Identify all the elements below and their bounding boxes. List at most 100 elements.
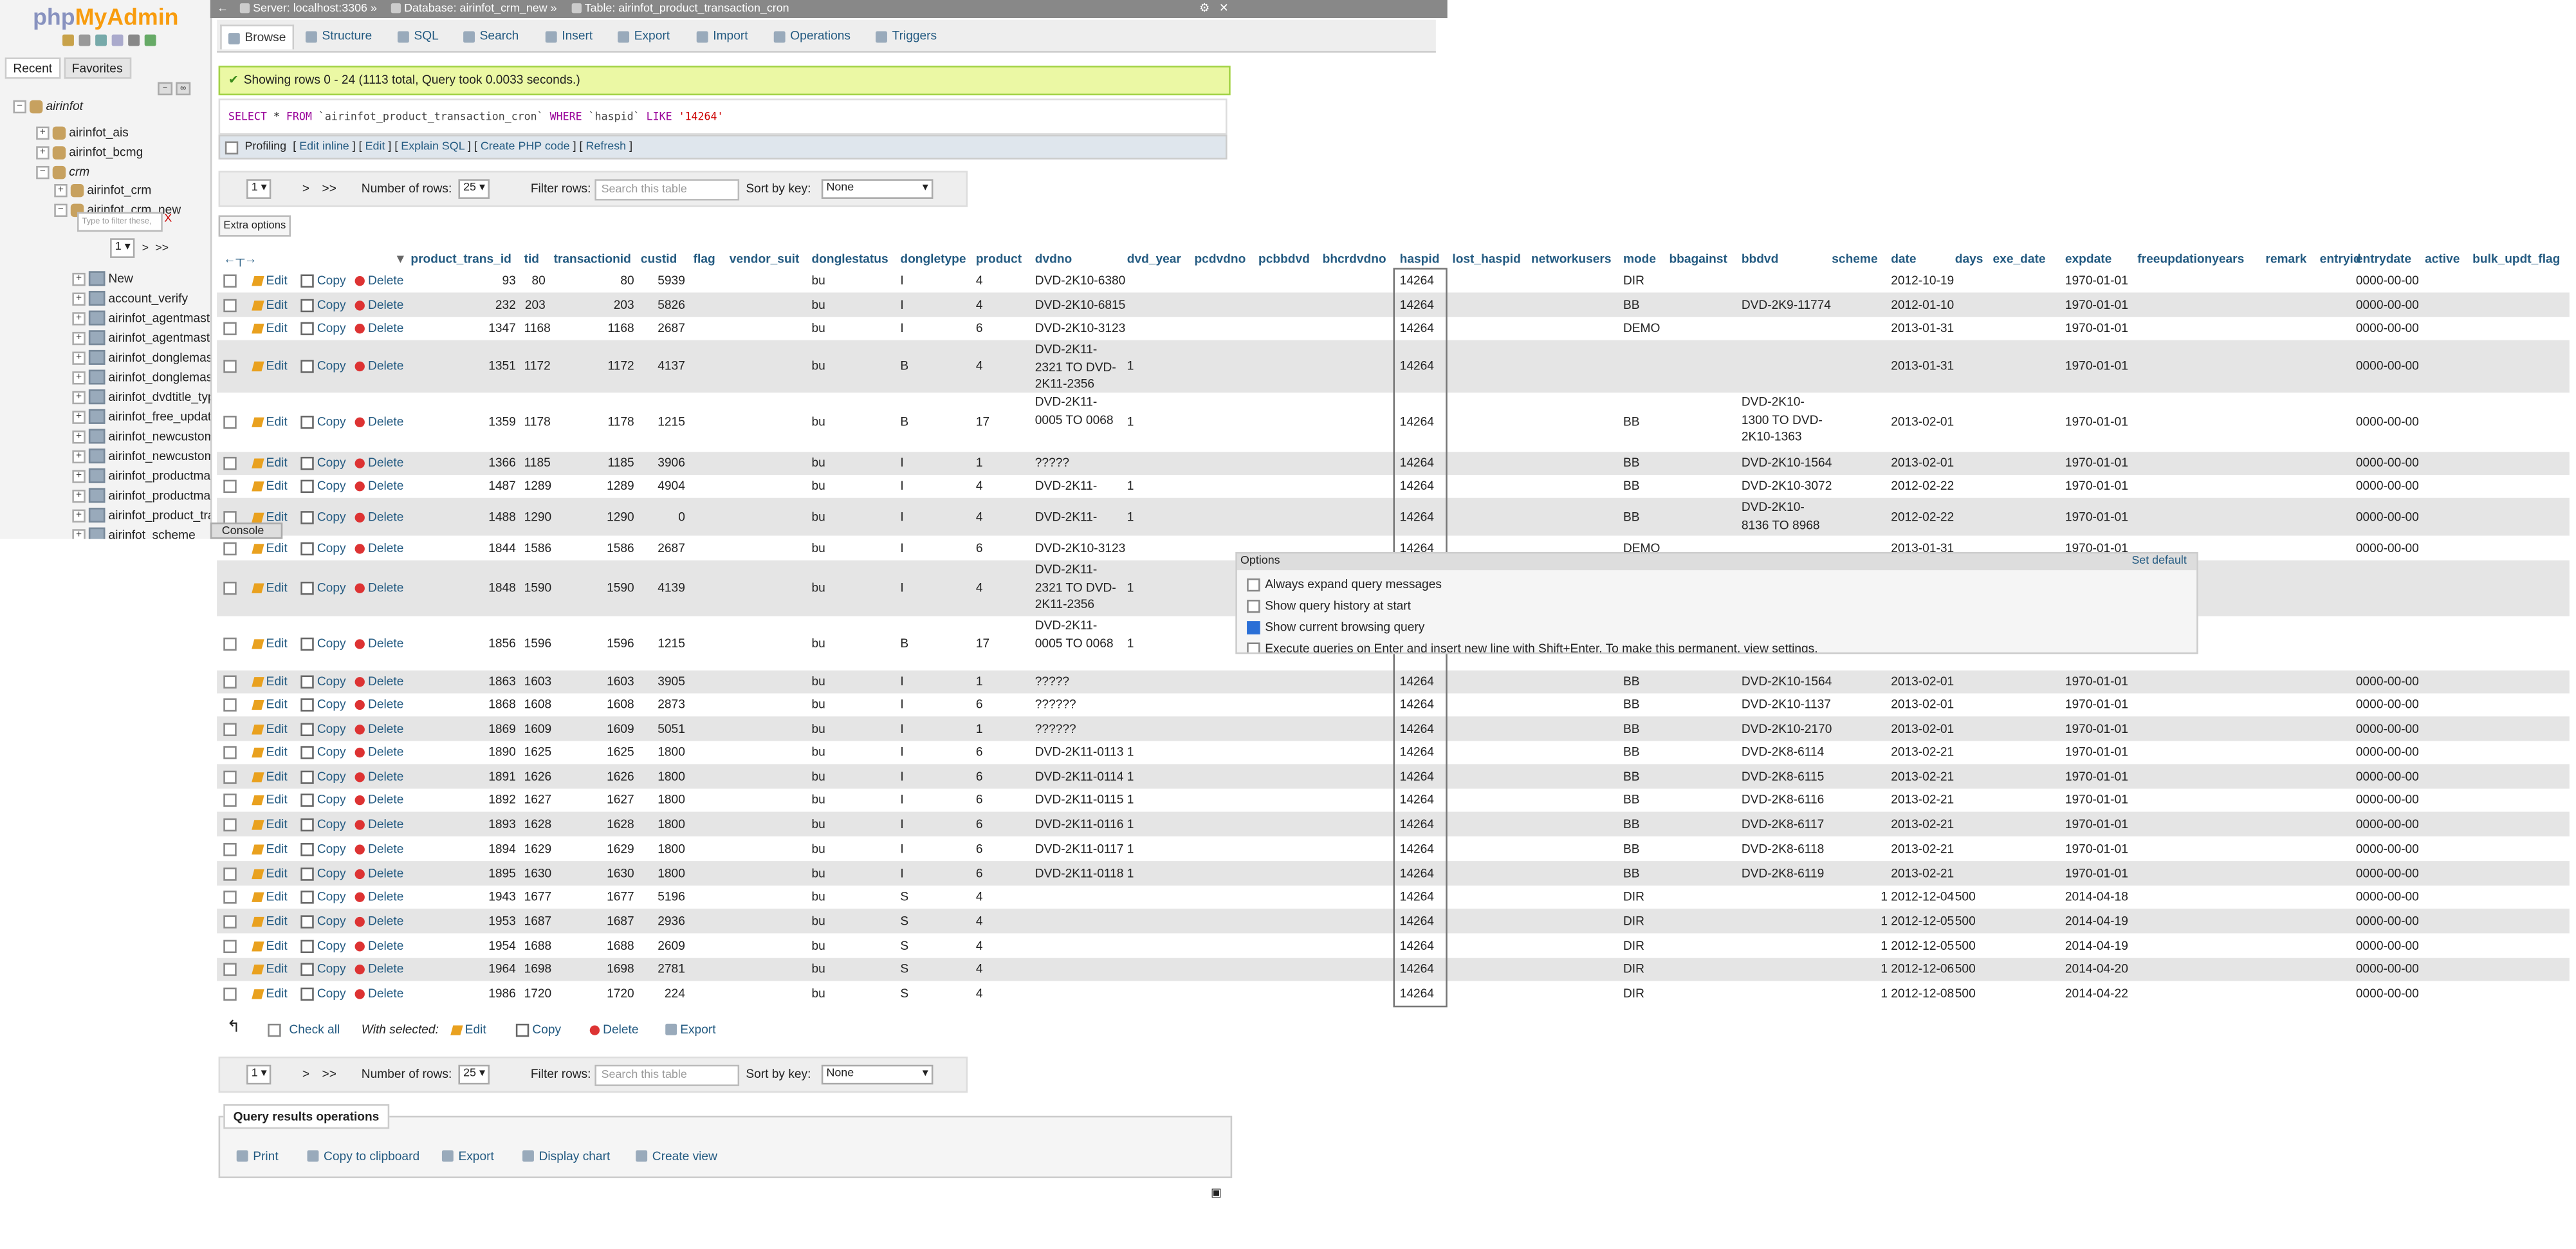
column-header-remark[interactable]: remark <box>2265 252 2306 266</box>
nav-next-button[interactable]: > <box>142 243 149 254</box>
row-delete-button[interactable]: Delete <box>354 478 403 495</box>
create-view-button[interactable]: Create view <box>636 1149 717 1163</box>
row-checkbox[interactable] <box>223 914 237 928</box>
column-header-exe-date[interactable]: exe_date <box>1993 252 2046 266</box>
extra-options-button[interactable]: Extra options <box>218 215 291 237</box>
column-resize-arrows-icon[interactable]: ←┬→ <box>223 252 257 266</box>
column-header-days[interactable]: days <box>1955 252 1983 266</box>
column-header-product[interactable]: product <box>976 252 1022 266</box>
link-with-main-icon[interactable]: ∞ <box>176 82 191 96</box>
tree-item[interactable]: + airinfot_ais <box>36 125 129 140</box>
column-header-date[interactable]: date <box>1891 252 1916 266</box>
row-delete-button[interactable]: Delete <box>354 580 403 597</box>
row-delete-button[interactable]: Delete <box>354 297 403 313</box>
tree-item[interactable]: + airinfot_scheme <box>72 527 196 539</box>
row-checkbox[interactable] <box>223 770 237 783</box>
collapse-all-icon[interactable]: − <box>158 82 173 96</box>
option-history-start[interactable]: Show query history at start <box>1247 598 1411 613</box>
column-header-mode[interactable]: mode <box>1623 252 1656 266</box>
breadcrumb-table[interactable]: Table: airinfot_product_transaction_cron <box>571 0 789 18</box>
profiling-checkbox[interactable] <box>225 140 239 154</box>
reload-icon[interactable] <box>144 34 156 46</box>
next-page-button-bottom[interactable]: > <box>302 1066 309 1081</box>
row-copy-button[interactable]: Copy <box>300 961 346 978</box>
column-header-bhcrdvdno[interactable]: bhcrdvdno <box>1323 252 1386 266</box>
page-select[interactable]: 1 ▾ <box>246 179 272 199</box>
row-delete-button[interactable]: Delete <box>354 840 403 857</box>
row-edit-button[interactable]: Edit <box>252 938 288 954</box>
expand-icon[interactable]: + <box>36 125 50 139</box>
filter-rows-input-bottom[interactable]: Search this table <box>594 1064 740 1086</box>
tree-item[interactable]: − crm <box>36 164 89 179</box>
column-header-pcbbdvd[interactable]: pcbbdvd <box>1258 252 1310 266</box>
tree-item[interactable]: + airinfot_agentmaster <box>72 310 210 326</box>
row-edit-button[interactable]: Edit <box>252 792 288 809</box>
tree-item[interactable]: − airinfot <box>13 98 83 113</box>
number-of-rows-select-bottom[interactable]: 25 ▾ <box>458 1064 490 1085</box>
row-edit-button[interactable]: Edit <box>252 745 288 761</box>
row-copy-button[interactable]: Copy <box>300 985 346 1002</box>
bulk-edit-button[interactable]: Edit <box>450 1022 486 1037</box>
column-header-haspid[interactable]: haspid <box>1400 252 1440 266</box>
row-copy-button[interactable]: Copy <box>300 635 346 652</box>
row-edit-button[interactable]: Edit <box>252 865 288 882</box>
column-header-tid[interactable]: tid <box>524 252 539 266</box>
column-header-bbagainst[interactable]: bbagainst <box>1669 252 1727 266</box>
row-edit-button[interactable]: Edit <box>252 358 288 375</box>
row-checkbox[interactable] <box>223 416 237 429</box>
row-edit-button[interactable]: Edit <box>252 320 288 337</box>
expand-icon[interactable]: − <box>36 165 50 179</box>
tree-item[interactable]: + New <box>72 271 133 286</box>
option-always-expand-checkbox[interactable] <box>1247 577 1260 591</box>
tab-import[interactable]: Import <box>696 24 748 48</box>
column-header-flag[interactable]: flag <box>694 252 715 266</box>
row-copy-button[interactable]: Copy <box>300 414 346 431</box>
tree-item[interactable]: + airinfot_agentmaster_d <box>72 330 210 346</box>
row-copy-button[interactable]: Copy <box>300 697 346 714</box>
column-header-donglestatus[interactable]: donglestatus <box>811 252 888 266</box>
option-always-expand[interactable]: Always expand query messages <box>1247 577 1442 591</box>
page-select-bottom[interactable]: 1 ▾ <box>246 1064 272 1085</box>
row-edit-button[interactable]: Edit <box>252 478 288 495</box>
row-copy-button[interactable]: Copy <box>300 816 346 833</box>
row-delete-button[interactable]: Delete <box>354 816 403 833</box>
create-php-code-link[interactable]: Create PHP code <box>481 142 570 153</box>
row-copy-button[interactable]: Copy <box>300 478 346 495</box>
breadcrumb-database[interactable]: Database: airinfot_crm_new » <box>391 0 557 18</box>
row-checkbox[interactable] <box>223 698 237 712</box>
row-delete-button[interactable]: Delete <box>354 961 403 978</box>
row-checkbox[interactable] <box>223 867 237 880</box>
row-edit-button[interactable]: Edit <box>252 635 288 652</box>
bulk-copy-button[interactable]: Copy <box>515 1022 561 1037</box>
row-checkbox[interactable] <box>223 541 237 555</box>
sort-arrow-icon[interactable]: ▼ <box>394 252 407 266</box>
number-of-rows-select[interactable]: 25 ▾ <box>458 179 490 199</box>
docs-icon[interactable] <box>111 34 124 46</box>
option-show-browsing-query[interactable]: Show current browsing query <box>1247 620 1424 634</box>
row-checkbox[interactable] <box>223 817 237 831</box>
display-chart-button[interactable]: Display chart <box>522 1149 610 1163</box>
row-edit-button[interactable]: Edit <box>252 455 288 472</box>
row-delete-button[interactable]: Delete <box>354 697 403 714</box>
tree-item[interactable]: + airinfot_newcustomerm <box>72 449 210 464</box>
row-edit-button[interactable]: Edit <box>252 816 288 833</box>
row-delete-button[interactable]: Delete <box>354 414 403 431</box>
column-header-pcdvdno[interactable]: pcdvdno <box>1194 252 1246 266</box>
row-copy-button[interactable]: Copy <box>300 272 346 289</box>
expand-icon[interactable]: + <box>72 488 86 503</box>
close-icon[interactable]: ✕ <box>1219 0 1229 18</box>
row-delete-button[interactable]: Delete <box>354 745 403 761</box>
next-page-button[interactable]: > <box>302 181 309 196</box>
row-copy-button[interactable]: Copy <box>300 297 346 313</box>
collapse-nav-icon[interactable]: ← <box>217 0 228 18</box>
row-checkbox[interactable] <box>223 986 237 1000</box>
column-header-lost-haspid[interactable]: lost_haspid <box>1452 252 1520 266</box>
row-checkbox[interactable] <box>223 456 237 470</box>
settings-gear-icon[interactable]: ⚙ <box>1199 0 1210 18</box>
expand-icon[interactable]: − <box>13 99 26 113</box>
row-copy-button[interactable]: Copy <box>300 768 346 785</box>
page-bottom-icon[interactable]: ▣ <box>1211 1187 1222 1199</box>
row-checkbox[interactable] <box>223 479 237 494</box>
row-checkbox[interactable] <box>223 581 237 595</box>
check-all-checkbox[interactable] <box>268 1022 281 1037</box>
